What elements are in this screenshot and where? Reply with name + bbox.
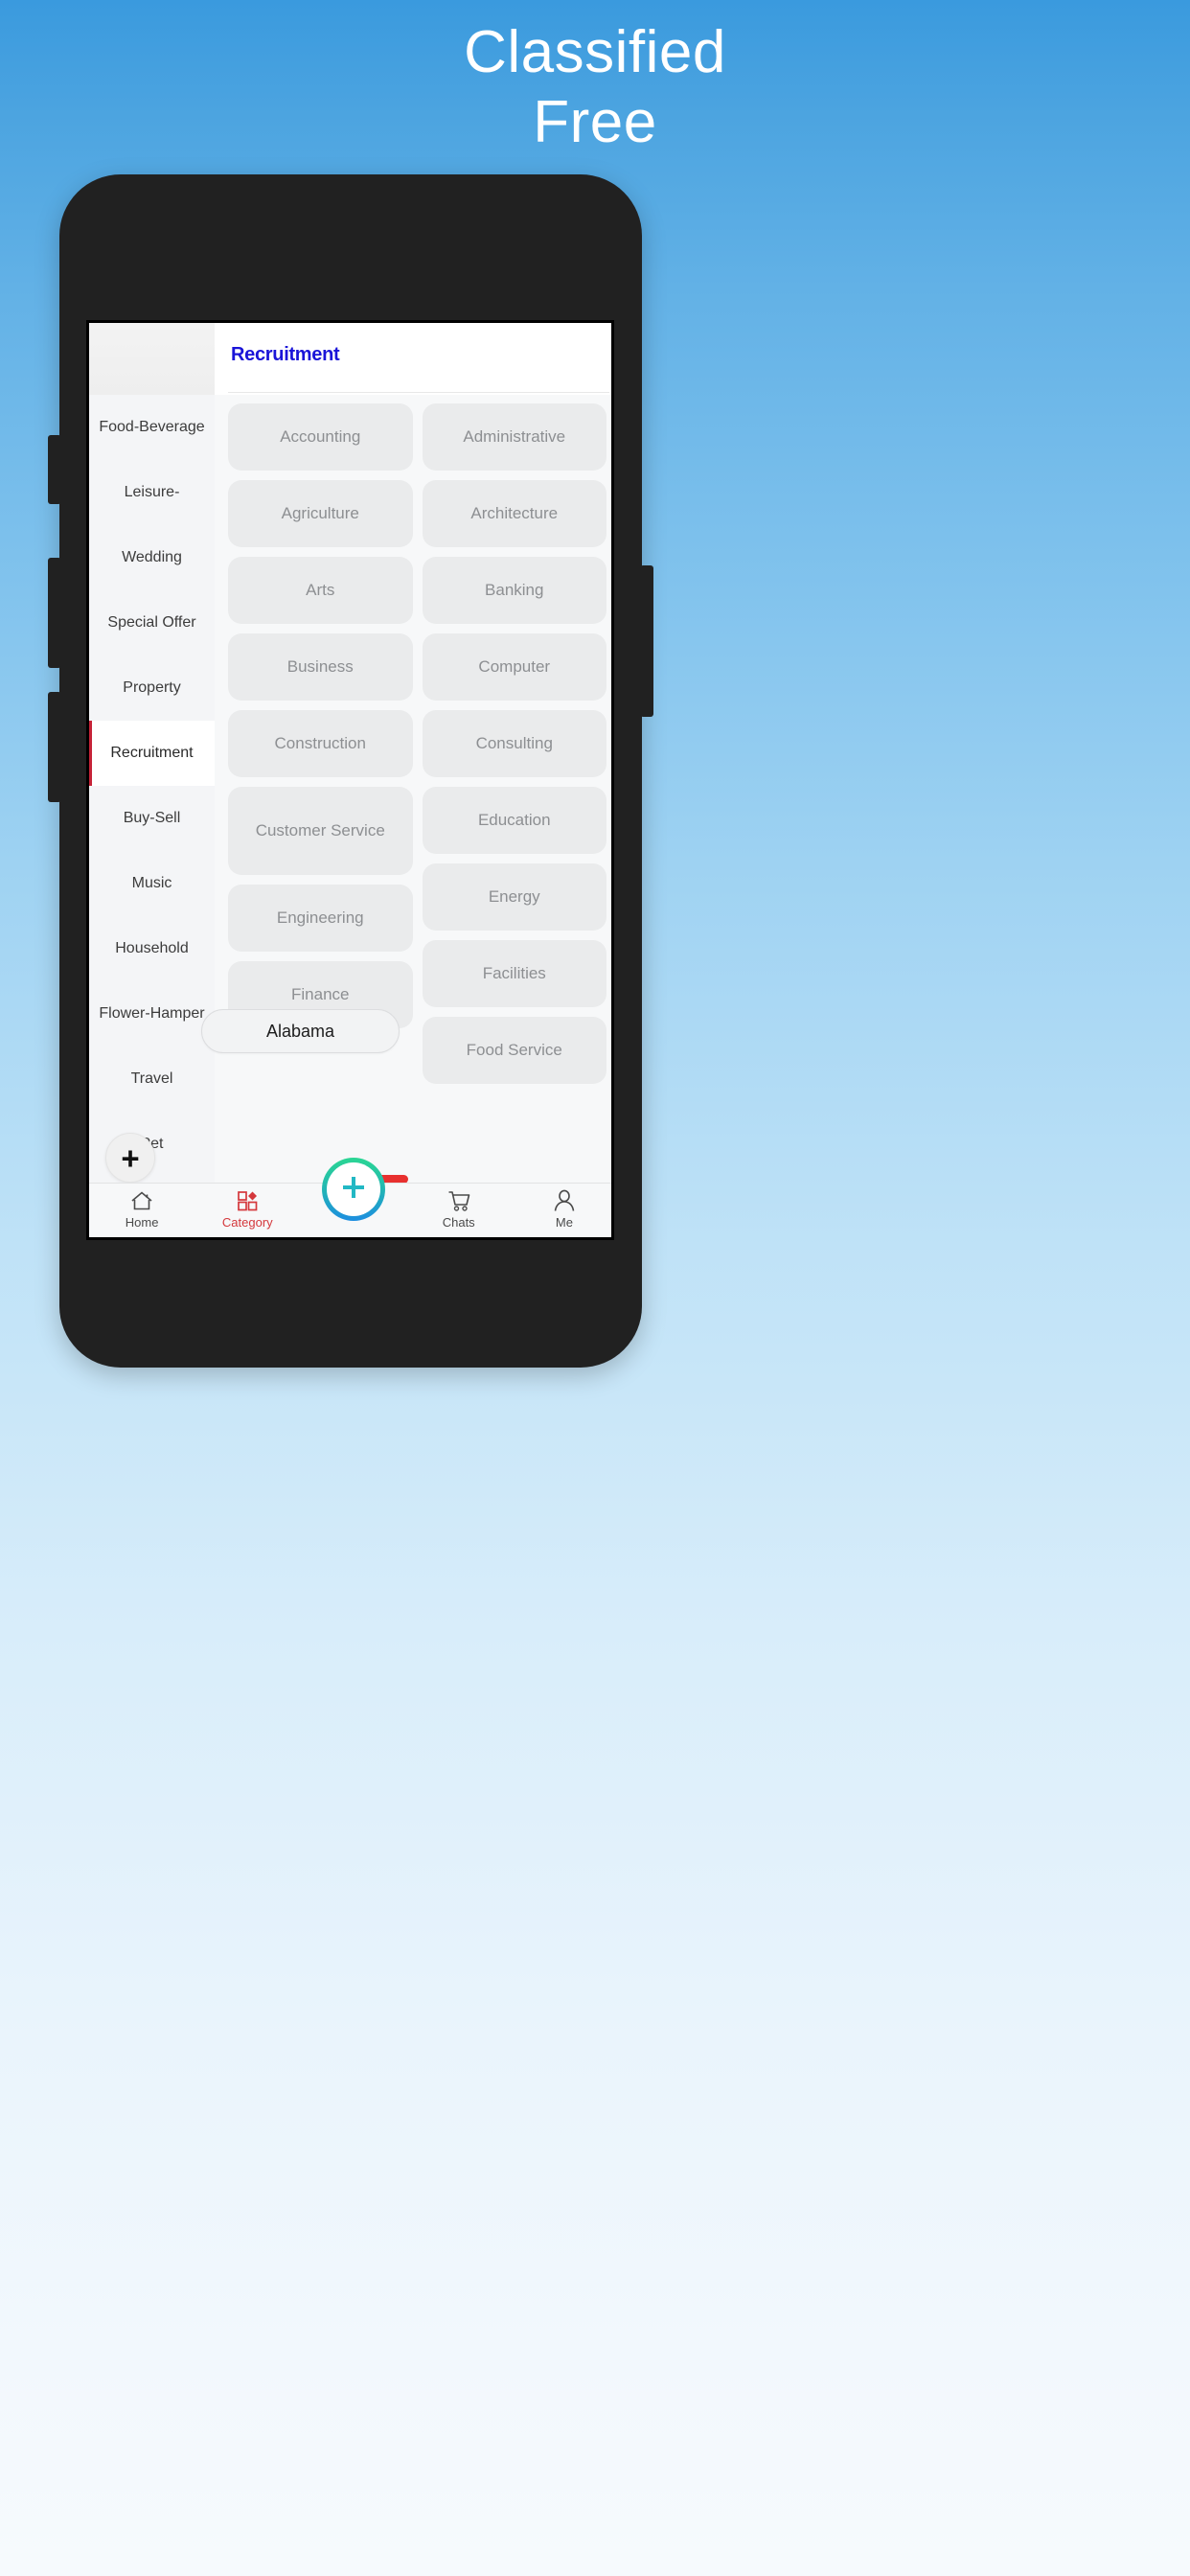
nav-label-home: Home bbox=[125, 1215, 159, 1230]
subcategory-chip[interactable]: Arts bbox=[228, 557, 413, 624]
nav-label-chats: Chats bbox=[442, 1215, 475, 1230]
subcategory-chip-label: Food Service bbox=[466, 1041, 562, 1060]
sidebar-item-label: Travel bbox=[130, 1070, 173, 1087]
subcategory-chip-label: Energy bbox=[488, 887, 540, 907]
subcategory-chip[interactable]: Accounting bbox=[228, 403, 413, 471]
subcategory-chip-label: Consulting bbox=[475, 734, 553, 753]
create-post-fab-inner bbox=[326, 1162, 380, 1216]
app-bar: Recruitment bbox=[89, 323, 611, 395]
plus-icon bbox=[337, 1171, 370, 1208]
create-post-fab[interactable] bbox=[321, 1158, 385, 1221]
sidebar-item-label: Buy-Sell bbox=[123, 810, 181, 826]
category-sidebar[interactable]: Food-Beverage Leisure- Wedding Special Offe… bbox=[89, 395, 215, 1188]
sidebar-item-buy-sell[interactable]: Buy-Sell bbox=[89, 786, 215, 851]
nav-item-category[interactable]: Category bbox=[195, 1184, 300, 1230]
subcategory-chip[interactable]: Construction bbox=[228, 710, 413, 777]
subcategory-chip[interactable]: Energy bbox=[422, 863, 606, 931]
subcategory-chip-label: Construction bbox=[274, 734, 366, 753]
sidebar-item-music[interactable]: Music bbox=[89, 851, 215, 916]
subcategory-chip[interactable]: Agriculture bbox=[228, 480, 413, 547]
subcategory-chip[interactable]: Food Service bbox=[422, 1017, 606, 1084]
bottom-navigation-bar: Home Category Chats Me bbox=[89, 1158, 611, 1237]
subcategory-grid: Accounting Agriculture Arts Business Constru… bbox=[228, 403, 606, 1084]
sidebar-item-leisure[interactable]: Leisure- bbox=[89, 460, 215, 525]
sidebar-item-recruitment[interactable]: Recruitment bbox=[89, 721, 215, 786]
sidebar-item-label: Leisure- bbox=[124, 484, 180, 500]
content-area: Food-Beverage Leisure- Wedding Special Offe… bbox=[89, 395, 611, 1188]
subcategory-chip-label: Computer bbox=[478, 657, 551, 677]
subcategory-chip-label: Engineering bbox=[276, 908, 364, 928]
subcategory-chip-label: Facilities bbox=[482, 964, 546, 983]
sidebar-item-label: Household bbox=[115, 940, 189, 956]
sidebar-item-food-beverage[interactable]: Food-Beverage bbox=[89, 395, 215, 460]
sidebar-item-travel[interactable]: Travel bbox=[89, 1046, 215, 1112]
subcategory-chip[interactable]: Facilities bbox=[422, 940, 606, 1007]
sidebar-item-label: Flower-Hamper bbox=[99, 1005, 205, 1022]
sidebar-item-label: Wedding bbox=[122, 549, 182, 565]
phone-button-left-top[interactable] bbox=[48, 435, 61, 504]
sidebar-item-label: Property bbox=[123, 679, 181, 696]
home-icon bbox=[129, 1189, 154, 1212]
subcategory-chip-label: Administrative bbox=[463, 427, 566, 447]
app-bar-left-spacer bbox=[89, 323, 215, 395]
add-category-button[interactable]: + bbox=[105, 1133, 155, 1183]
sidebar-item-flower-hamper[interactable]: Flower-Hamper bbox=[89, 981, 215, 1046]
subcategory-panel[interactable]: Accounting Agriculture Arts Business Constru… bbox=[215, 395, 611, 1188]
subcategory-chip-label: Agriculture bbox=[281, 504, 359, 523]
subcategory-chip-label: Customer Service bbox=[255, 821, 385, 840]
sidebar-item-label: Music bbox=[131, 875, 172, 891]
category-sidebar-list: Food-Beverage Leisure- Wedding Special Offe… bbox=[89, 395, 215, 1177]
hero-line-1: Classified bbox=[464, 19, 726, 85]
subcategory-chip[interactable]: Customer Service bbox=[228, 787, 413, 875]
hero-title: Classified Free bbox=[0, 17, 1190, 157]
sidebar-item-label: Recruitment bbox=[110, 745, 194, 761]
nav-label-category: Category bbox=[221, 1215, 273, 1230]
subcategory-chip[interactable]: Consulting bbox=[422, 710, 606, 777]
sidebar-item-special-offer[interactable]: Special Offer bbox=[89, 590, 215, 656]
nav-item-me[interactable]: Me bbox=[512, 1184, 611, 1230]
subcategory-column-left: Accounting Agriculture Arts Business Constru… bbox=[228, 403, 413, 1028]
person-icon bbox=[552, 1189, 577, 1212]
subcategory-chip-label: Accounting bbox=[280, 427, 361, 447]
subcategory-chip[interactable]: Business bbox=[228, 633, 413, 701]
sidebar-item-household[interactable]: Household bbox=[89, 916, 215, 981]
phone-button-volume-up[interactable] bbox=[48, 558, 61, 668]
subcategory-chip[interactable]: Engineering bbox=[228, 885, 413, 952]
sidebar-item-label: Food-Beverage bbox=[99, 419, 205, 435]
subcategory-chip-label: Arts bbox=[306, 581, 335, 600]
phone-button-volume-down[interactable] bbox=[48, 692, 61, 802]
nav-item-chats[interactable]: Chats bbox=[406, 1184, 512, 1230]
sidebar-item-label: Special Offer bbox=[107, 614, 196, 631]
nav-item-home[interactable]: Home bbox=[89, 1184, 195, 1230]
subcategory-column-right: Administrative Architecture Banking Compute… bbox=[422, 403, 606, 1084]
subcategory-chip-label: Education bbox=[477, 811, 551, 830]
app-bar-divider bbox=[228, 392, 609, 393]
subcategory-chip-label: Architecture bbox=[470, 504, 559, 523]
page-title: Recruitment bbox=[231, 344, 340, 365]
phone-mockup: Recruitment Food-Beverage Leisure- Wedding… bbox=[48, 174, 653, 1368]
phone-screen: Recruitment Food-Beverage Leisure- Wedding… bbox=[86, 320, 614, 1240]
hero-line-2: Free bbox=[533, 89, 657, 156]
subcategory-chip[interactable]: Administrative bbox=[422, 403, 606, 471]
subcategory-chip-label: Business bbox=[286, 657, 354, 677]
cart-icon bbox=[446, 1189, 471, 1212]
subcategory-chip[interactable]: Architecture bbox=[422, 480, 606, 547]
category-grid-icon bbox=[235, 1189, 260, 1212]
app-bar-right: Recruitment bbox=[215, 323, 611, 395]
nav-label-me: Me bbox=[555, 1215, 573, 1230]
phone-button-power[interactable] bbox=[640, 565, 653, 717]
subcategory-chip-label: Banking bbox=[485, 581, 544, 600]
subcategory-chip-label: Finance bbox=[291, 985, 350, 1004]
subcategory-chip[interactable]: Banking bbox=[422, 557, 606, 624]
subcategory-chip[interactable]: Education bbox=[422, 787, 606, 854]
sidebar-item-property[interactable]: Property bbox=[89, 656, 215, 721]
subcategory-chip[interactable]: Computer bbox=[422, 633, 606, 701]
location-filter-pill[interactable]: Alabama bbox=[201, 1009, 400, 1053]
sidebar-item-wedding[interactable]: Wedding bbox=[89, 525, 215, 590]
